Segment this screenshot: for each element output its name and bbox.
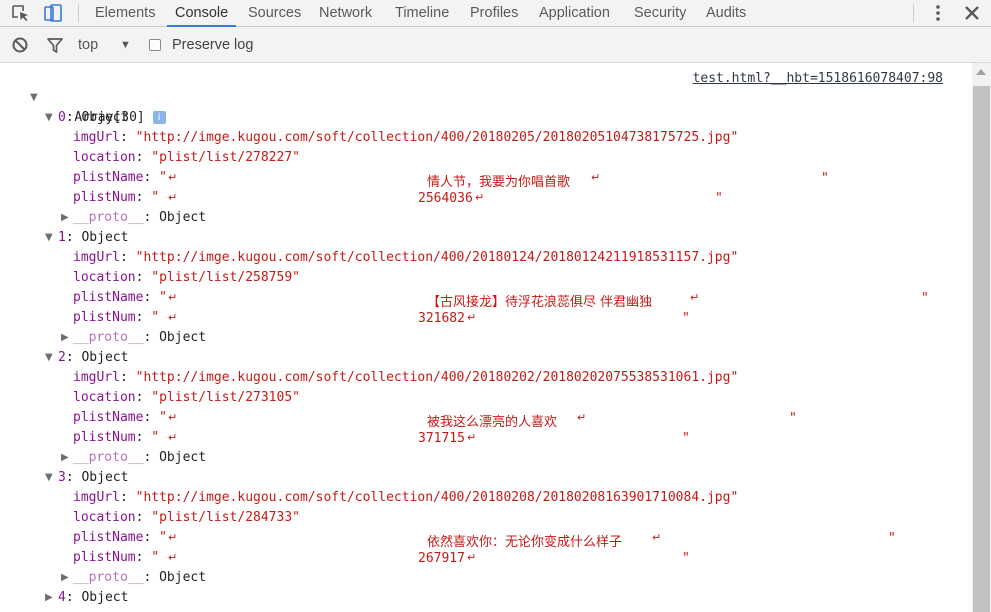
return-mark: ↵ — [168, 311, 178, 324]
array-item-header[interactable]: 4: Object — [58, 588, 128, 608]
return-mark: ↵ — [467, 431, 477, 444]
tab-network[interactable]: Network — [319, 0, 372, 26]
closing-quote: " — [682, 311, 690, 326]
closing-quote: " — [682, 551, 690, 566]
proto-row[interactable]: __proto__: Object — [73, 328, 206, 348]
tab-console[interactable]: Console — [166, 0, 237, 27]
closing-quote: " — [821, 171, 829, 186]
expand-triangle-icon[interactable]: ▼ — [45, 352, 53, 363]
context-selector[interactable]: top — [78, 37, 98, 53]
closing-quote: " — [682, 431, 690, 446]
closing-quote: " — [789, 411, 797, 426]
inspect-element-icon[interactable] — [10, 3, 32, 23]
expand-triangle-icon[interactable]: ▼ — [45, 112, 53, 123]
location-row: location: "plist/list/258759" — [73, 270, 300, 285]
return-mark: ↵ — [467, 551, 477, 564]
tab-separator — [913, 4, 914, 22]
plistnum-row: plistNum: " — [73, 310, 160, 325]
expand-triangle-icon[interactable]: ▶ — [45, 592, 53, 603]
filter-icon[interactable] — [46, 37, 64, 54]
closing-quote: " — [921, 291, 929, 306]
preserve-log-checkbox[interactable] — [149, 39, 161, 51]
array-item-header[interactable]: 2: Object — [58, 348, 128, 368]
plistnum-value: 267917 — [418, 551, 465, 566]
proto-row[interactable]: __proto__: Object — [73, 568, 206, 588]
location-row: location: "plist/list/273105" — [73, 390, 300, 405]
scroll-up-arrow-icon[interactable] — [976, 69, 986, 75]
tab-profiles[interactable]: Profiles — [470, 0, 518, 26]
expand-triangle-icon[interactable]: ▶ — [61, 332, 69, 343]
plistname-row: plistName: " — [73, 530, 167, 545]
more-options-icon[interactable] — [927, 3, 949, 23]
expand-triangle-icon[interactable]: ▼ — [45, 232, 53, 243]
return-mark: ↵ — [168, 191, 178, 204]
imgurl-row: imgUrl: "http://imge.kugou.com/soft/coll… — [73, 130, 739, 145]
expand-triangle-icon[interactable]: ▶ — [61, 212, 69, 223]
plistnum-row: plistNum: " — [73, 190, 160, 205]
source-link[interactable]: test.html?__hbt=1518616078407:98 — [693, 71, 943, 86]
scrollbar-thumb[interactable] — [973, 86, 990, 612]
closing-quote: " — [888, 531, 896, 546]
imgurl-row: imgUrl: "http://imge.kugou.com/soft/coll… — [73, 370, 739, 385]
tab-security[interactable]: Security — [634, 0, 686, 26]
plistnum-value: 371715 — [418, 431, 465, 446]
plistname-row: plistName: " — [73, 290, 167, 305]
proto-row[interactable]: __proto__: Object — [73, 208, 206, 228]
clear-console-icon[interactable] — [11, 36, 29, 54]
imgurl-row: imgUrl: "http://imge.kugou.com/soft/coll… — [73, 250, 739, 265]
array-summary[interactable]: Array[30] i — [43, 88, 166, 125]
return-mark: ↵ — [168, 531, 178, 544]
return-mark: ↵ — [168, 291, 178, 304]
plistname-row: plistName: " — [73, 410, 167, 425]
tab-sources[interactable]: Sources — [248, 0, 301, 26]
tab-application[interactable]: Application — [539, 0, 610, 26]
array-item-header[interactable]: 3: Object — [58, 468, 128, 488]
return-mark: ↵ — [168, 551, 178, 564]
return-mark: ↵ — [577, 411, 587, 424]
plistnum-row: plistNum: " — [73, 550, 160, 565]
imgurl-row: imgUrl: "http://imge.kugou.com/soft/coll… — [73, 490, 739, 505]
console-toolbar: top ▼ Preserve log — [0, 27, 991, 63]
tab-elements[interactable]: Elements — [95, 0, 155, 26]
expand-triangle-icon[interactable]: ▼ — [45, 472, 53, 483]
array-item-header[interactable]: 1: Object — [58, 228, 128, 248]
plistnum-value: 321682 — [418, 311, 465, 326]
closing-quote: " — [715, 191, 723, 206]
return-mark: ↵ — [652, 531, 662, 544]
return-mark: ↵ — [475, 191, 485, 204]
return-mark: ↵ — [591, 171, 601, 184]
devtools-tab-bar: Elements Console Sources Network Timelin… — [0, 0, 991, 27]
close-icon[interactable] — [961, 3, 983, 23]
location-row: location: "plist/list/284733" — [73, 510, 300, 525]
plistnum-value: 2564036 — [418, 191, 473, 206]
expand-triangle-icon[interactable]: ▶ — [61, 572, 69, 583]
device-toolbar-icon[interactable] — [42, 3, 64, 23]
info-icon[interactable]: i — [152, 111, 166, 124]
return-mark: ↵ — [690, 291, 700, 304]
plistname-value: 【古风接龙】待浮花浪蕊俱尽 伴君幽独 — [427, 295, 653, 310]
return-mark: ↵ — [168, 411, 178, 424]
console-output: test.html?__hbt=1518616078407:98 ▼ Array… — [0, 63, 972, 612]
proto-row[interactable]: __proto__: Object — [73, 448, 206, 468]
plistnum-row: plistNum: " — [73, 430, 160, 445]
tab-timeline[interactable]: Timeline — [395, 0, 449, 26]
return-mark: ↵ — [168, 171, 178, 184]
plistname-row: plistName: " — [73, 170, 167, 185]
plistname-value: 依然喜欢你：无论你变成什么样子 — [427, 535, 623, 550]
return-mark: ↵ — [467, 311, 477, 324]
return-mark: ↵ — [168, 431, 178, 444]
plistname-value: 被我这么漂亮的人喜欢 — [427, 415, 558, 430]
plistname-value: 情人节，我要为你唱首歌 — [427, 175, 571, 190]
location-row: location: "plist/list/278227" — [73, 150, 300, 165]
expand-triangle-icon[interactable]: ▼ — [30, 92, 38, 103]
tab-audits[interactable]: Audits — [706, 0, 746, 26]
tab-separator — [78, 4, 79, 22]
chevron-down-icon[interactable]: ▼ — [120, 39, 131, 51]
preserve-log-label: Preserve log — [172, 37, 254, 53]
expand-triangle-icon[interactable]: ▶ — [61, 452, 69, 463]
array-item-header[interactable]: 0: Object — [58, 108, 128, 128]
